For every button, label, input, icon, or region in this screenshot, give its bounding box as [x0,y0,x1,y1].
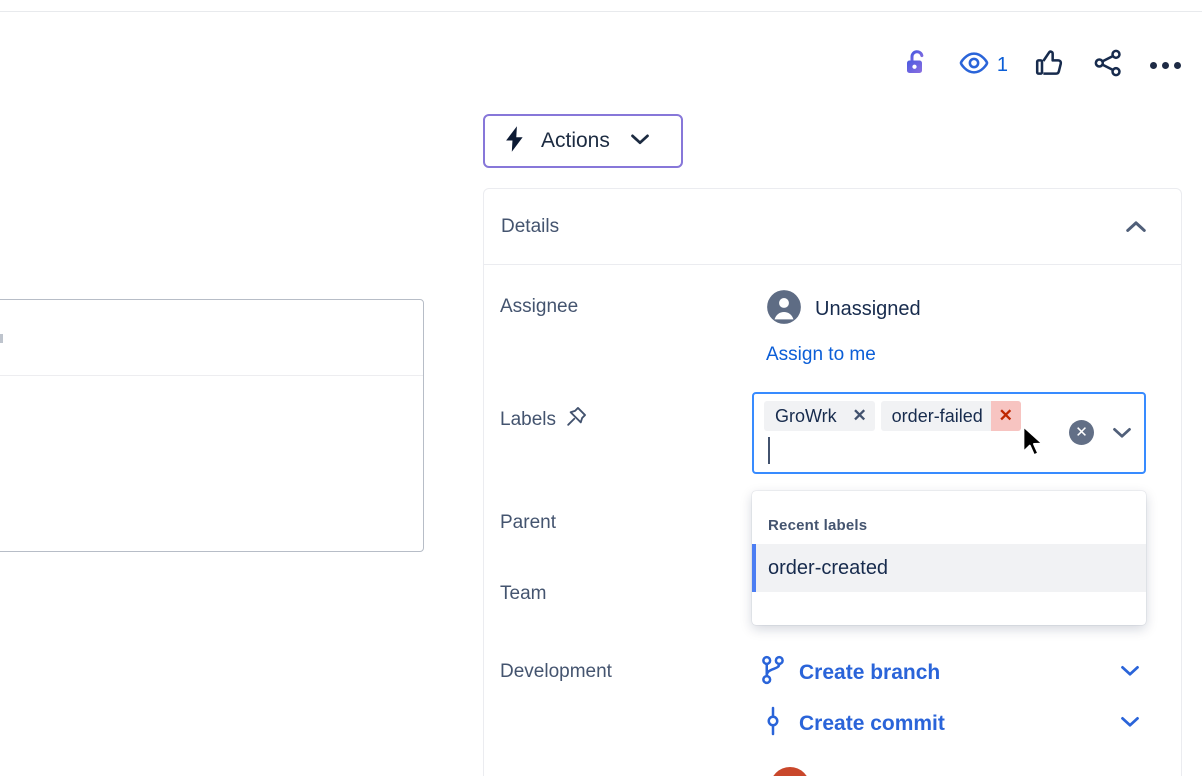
watch-button[interactable]: 1 [955,47,1011,84]
editor-tool-icon[interactable] [0,334,3,343]
unlock-icon [902,47,932,84]
dropdown-option-order-created[interactable]: order-created [752,544,1146,592]
dropdown-section-header: Recent labels [752,491,1146,544]
actions-button-label: Actions [541,129,610,153]
labels-dropdown-menu[interactable]: Recent labels order-created [752,491,1146,625]
more-actions-icon [1150,62,1181,69]
issue-action-icon-bar: 1 [899,44,1184,87]
labels-text-caret [768,437,770,464]
lightning-bolt-icon [503,125,527,158]
label-tag-text: order-failed [881,406,991,427]
editor-toolbar[interactable] [0,300,423,376]
clear-all-icon[interactable]: ✕ [1069,420,1094,445]
dropdown-option-label: order-created [768,557,888,580]
branch-icon [760,655,786,691]
top-divider [0,11,1202,12]
label-tag-text: GroWrk [764,406,845,427]
thumbs-up-icon [1034,48,1066,83]
create-branch-row[interactable]: Create branch [760,655,1140,691]
label-tag[interactable]: GroWrk ✕ [764,401,875,431]
unlock-button[interactable] [899,44,935,87]
create-branch-label: Create branch [799,661,940,685]
details-title: Details [501,216,559,238]
chevron-up-icon[interactable] [1125,220,1147,234]
label-tag-remove-icon[interactable]: ✕ [991,401,1021,431]
label-tag-remove-icon[interactable]: ✕ [845,401,875,431]
create-commit-label: Create commit [799,712,945,736]
actions-button[interactable]: Actions [483,114,683,168]
team-field-label: Team [500,583,546,605]
assignee-field-label: Assignee [500,296,578,318]
create-branch-link[interactable]: Create branch [760,655,940,691]
more-actions-button[interactable] [1147,59,1184,72]
watch-count: 1 [997,54,1008,77]
chevron-down-icon[interactable] [1112,426,1132,439]
labels-tag-list: GroWrk ✕ order-failed ✕ [764,401,1021,431]
editor-content-area[interactable] [0,377,423,551]
description-editor-panel[interactable] [0,299,424,552]
chevron-down-icon[interactable] [1120,715,1140,733]
development-field-label: Development [500,661,612,683]
label-tag[interactable]: order-failed ✕ [881,401,1021,431]
assign-to-me-link[interactable]: Assign to me [766,344,921,366]
create-commit-link[interactable]: Create commit [760,706,945,742]
chevron-down-icon[interactable] [1120,664,1140,682]
assignee-name: Unassigned [815,298,921,321]
parent-field-label: Parent [500,512,556,534]
labels-field-controls: ✕ [1069,420,1132,445]
labels-input-field[interactable]: GroWrk ✕ order-failed ✕ ✕ [752,392,1146,474]
pin-icon[interactable] [565,406,587,434]
issue-detail-view: 1 [0,0,1202,776]
assignee-value[interactable]: Unassigned Assign to me [766,289,921,366]
eye-icon [958,50,990,81]
labels-field-label: Labels [500,406,587,434]
like-button[interactable] [1031,45,1069,86]
share-icon [1092,48,1124,83]
person-avatar-icon [766,289,802,330]
details-header[interactable]: Details [484,189,1181,265]
commit-icon [760,706,786,742]
create-commit-row[interactable]: Create commit [760,706,1140,742]
share-button[interactable] [1089,45,1127,86]
chevron-down-icon [630,132,650,151]
